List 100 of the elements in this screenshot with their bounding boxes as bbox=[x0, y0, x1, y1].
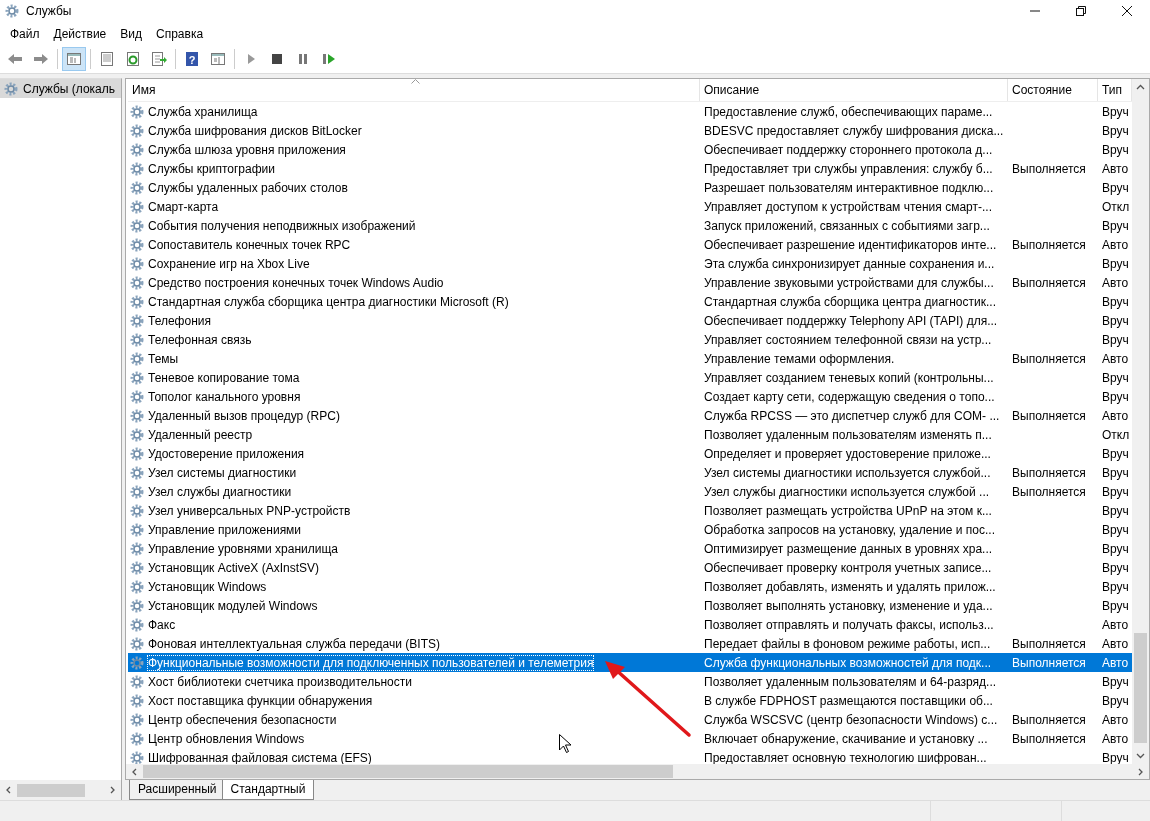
service-row[interactable]: Удаленный вызов процедур (RPC) Служба RPCSS — это диспетчер служб для COM- ... Выполняется Авто bbox=[128, 406, 1132, 425]
scrollbar-thumb[interactable] bbox=[143, 765, 673, 778]
startup-type: Вруч bbox=[1102, 294, 1129, 309]
service-row[interactable]: Смарт-карта Управляет доступом к устройствам чтения смарт-... Откл bbox=[128, 197, 1132, 216]
tree-item[interactable]: Службы (локаль bbox=[0, 79, 121, 98]
service-row[interactable]: Службы удаленных рабочих столов Разрешает пользователям интерактивное подклю... Вруч bbox=[128, 178, 1132, 197]
service-row[interactable]: Факс Позволяет отправлять и получать факсы, использ... Авто bbox=[128, 615, 1132, 634]
service-row[interactable]: События получения неподвижных изображений Запуск приложений, связанных с событиями загр... Вруч bbox=[128, 216, 1132, 235]
service-row[interactable]: Служба хранилища Предоставление служб, обеспечивающих параме... Вруч bbox=[128, 102, 1132, 121]
menu-item[interactable]: Файл bbox=[3, 26, 47, 41]
service-row[interactable]: Темы Управление темами оформления. Выполняется Авто bbox=[128, 349, 1132, 368]
service-row[interactable]: Узел универсальных PNP-устройств Позволяет размещать устройства UPnP на этом к... Вруч bbox=[128, 501, 1132, 520]
startup-type: Вруч bbox=[1102, 674, 1129, 689]
service-row[interactable]: Удостоверение приложения Определяет и проверяет удостоверение приложе... Вруч bbox=[128, 444, 1132, 463]
service-row[interactable]: Теневое копирование тома Управляет созданием теневых копий (контрольны... Вруч bbox=[128, 368, 1132, 387]
service-name: Узел универсальных PNP-устройств bbox=[148, 503, 351, 518]
service-row[interactable]: Хост поставщика функции обнаружения В службе FDPHOST размещаются поставщики об... Вруч bbox=[128, 691, 1132, 710]
service-name: Удостоверение приложения bbox=[148, 446, 305, 461]
service-description: Управление звуковыми устройствами для службы... bbox=[704, 275, 994, 290]
service-row[interactable]: Служба шифрования дисков BitLocker BDESVC предоставляет службу шифрования диска... Вруч bbox=[128, 121, 1132, 140]
service-name: Сопоставитель конечных точек RPC bbox=[148, 237, 351, 252]
column-header[interactable]: Имя bbox=[128, 79, 700, 101]
service-name: Хост библиотеки счетчика производительности bbox=[148, 674, 412, 689]
gear-icon bbox=[129, 616, 145, 633]
props-icon bbox=[99, 51, 115, 67]
startup-type: Авто bbox=[1102, 655, 1129, 670]
restore-icon[interactable] bbox=[1075, 5, 1087, 17]
service-row[interactable]: Управление уровнями хранилища Оптимизирует размещение данных в уровнях хра... Вруч bbox=[128, 539, 1132, 558]
forward-icon bbox=[33, 51, 49, 67]
horizontal-scrollbar[interactable] bbox=[125, 764, 1150, 780]
horizontal-scrollbar[interactable] bbox=[0, 780, 121, 800]
startup-type: Вруч bbox=[1102, 256, 1129, 271]
service-row[interactable]: Установщик Windows Позволяет добавлять, изменять и удалять прилож... Вруч bbox=[128, 577, 1132, 596]
startup-type: Вруч bbox=[1102, 142, 1129, 157]
service-name: Сохранение игр на Xbox Live bbox=[148, 256, 310, 271]
gear-icon bbox=[129, 578, 145, 595]
menu-item[interactable]: Вид bbox=[113, 26, 149, 41]
gear-icon bbox=[129, 255, 145, 272]
startup-type: Вруч bbox=[1102, 313, 1129, 328]
startup-type: Вруч bbox=[1102, 332, 1129, 347]
gear-icon bbox=[129, 141, 145, 158]
gear-icon bbox=[129, 692, 145, 709]
startup-type: Вруч bbox=[1102, 218, 1129, 233]
view-tab[interactable]: Стандартный bbox=[221, 780, 315, 800]
startup-type: Вруч bbox=[1102, 104, 1129, 119]
service-row[interactable]: Управление приложениями Обработка запросов на установку, удаление и пос... Вруч bbox=[128, 520, 1132, 539]
service-status: Выполняется bbox=[1012, 275, 1086, 290]
service-name: Шифрованная файловая система (EFS) bbox=[148, 750, 372, 764]
service-row[interactable]: Удаленный реестр Позволяет удаленным пользователям изменять п... Откл bbox=[128, 425, 1132, 444]
scrollbar-thumb[interactable] bbox=[1134, 633, 1147, 743]
menu-item[interactable]: Действие bbox=[46, 26, 114, 41]
service-row[interactable]: Средство построения конечных точек Windows Audio Управление звуковыми устройствами для службы... Выполняется Авто bbox=[128, 273, 1132, 292]
service-description: Позволяет удаленным пользователям изменять п... bbox=[704, 427, 992, 442]
scrollbar-thumb[interactable] bbox=[17, 783, 85, 797]
service-description: Позволяет добавлять, изменять и удалять прилож... bbox=[704, 579, 996, 594]
service-row[interactable]: Стандартная служба сборщика центра диагностики Microsoft (R) Стандартная служба сборщика центра диагностик... Вруч bbox=[128, 292, 1132, 311]
service-row[interactable]: Шифрованная файловая система (EFS) Предоставляет основную технологию шифрован... Вруч bbox=[128, 748, 1132, 764]
service-name: Узел системы диагностики bbox=[148, 465, 297, 480]
service-row[interactable]: Телефонная связь Управляет состоянием телефонной связи на устр... Вруч bbox=[128, 330, 1132, 349]
refresh-icon bbox=[125, 51, 141, 67]
service-name: Служба шифрования дисков BitLocker bbox=[148, 123, 362, 138]
service-row[interactable]: Сопоставитель конечных точек RPC Обеспечивает разрешение идентификаторов инте... Выполняется Авто bbox=[128, 235, 1132, 254]
vertical-scrollbar[interactable] bbox=[1132, 79, 1149, 764]
service-name: Центр обновления Windows bbox=[148, 731, 305, 746]
service-row[interactable]: Службы криптографии Предоставляет три службы управления: службу б... Выполняется Авто bbox=[128, 159, 1132, 178]
service-name: Управление приложениями bbox=[148, 522, 302, 537]
service-row[interactable]: Телефония Обеспечивает поддержку Telephony API (TAPI) для... Вруч bbox=[128, 311, 1132, 330]
service-row[interactable]: Центр обновления Windows Включает обнаружение, скачивание и установку ... Выполняется Авто bbox=[128, 729, 1132, 748]
menu-item[interactable]: Справка bbox=[149, 26, 211, 41]
startup-type: Вруч bbox=[1102, 484, 1129, 499]
export-icon bbox=[151, 51, 167, 67]
service-name: Смарт-карта bbox=[148, 199, 219, 214]
tree-button[interactable] bbox=[62, 47, 86, 71]
service-row[interactable]: Установщик ActiveX (AxInstSV) Обеспечивает проверку контроля учетных записе... Вруч bbox=[128, 558, 1132, 577]
service-description: Создает карту сети, содержащую сведения о топо... bbox=[704, 389, 995, 404]
service-description: Разрешает пользователям интерактивное подклю... bbox=[704, 180, 994, 195]
column-header[interactable]: Описание bbox=[700, 79, 1008, 101]
service-row[interactable]: Функциональные возможности для подключенных пользователей и телеметрия Служба функциональных возможностей для подк... Выполняется Авто bbox=[128, 653, 1132, 672]
service-row[interactable]: Хост библиотеки счетчика производительности Позволяет удаленным пользователям и 64-разряд... Вруч bbox=[128, 672, 1132, 691]
service-name: Тополог канального уровня bbox=[148, 389, 301, 404]
gear-icon bbox=[129, 350, 145, 367]
service-name: Теневое копирование тома bbox=[148, 370, 300, 385]
service-row[interactable]: Установщик модулей Windows Позволяет выполнять установку, изменение и уда... Вруч bbox=[128, 596, 1132, 615]
service-row[interactable]: Фоновая интеллектуальная служба передачи (BITS) Передает файлы в фоновом режиме работы, исп... Выполняется Авто bbox=[128, 634, 1132, 653]
gear-icon bbox=[129, 388, 145, 405]
service-row[interactable]: Центр обеспечения безопасности Служба WSCSVC (центр безопасности Windows) с... Выполняется Авто bbox=[128, 710, 1132, 729]
startup-type: Авто bbox=[1102, 351, 1129, 366]
gear-icon bbox=[129, 369, 145, 386]
close-icon[interactable] bbox=[1121, 5, 1133, 17]
startup-type: Вруч bbox=[1102, 522, 1129, 537]
service-row[interactable]: Служба шлюза уровня приложения Обеспечивает поддержку стороннего протокола д... Вруч bbox=[128, 140, 1132, 159]
service-row[interactable]: Узел службы диагностики Узел службы диагностики используется службой ... Выполняется Вруч bbox=[128, 482, 1132, 501]
service-description: В службе FDPHOST размещаются поставщики об... bbox=[704, 693, 993, 708]
gear-icon bbox=[129, 464, 145, 481]
service-row[interactable]: Сохранение игр на Xbox Live Эта служба синхронизирует данные сохранения и... Вруч bbox=[128, 254, 1132, 273]
gear-icon bbox=[129, 635, 145, 652]
service-name: Установщик ActiveX (AxInstSV) bbox=[148, 560, 320, 575]
service-row[interactable]: Узел системы диагностики Узел системы диагностики используется службой... Выполняется Вруч bbox=[128, 463, 1132, 482]
column-header[interactable]: Состояние bbox=[1008, 79, 1098, 101]
service-row[interactable]: Тополог канального уровня Создает карту сети, содержащую сведения о топо... Вруч bbox=[128, 387, 1132, 406]
